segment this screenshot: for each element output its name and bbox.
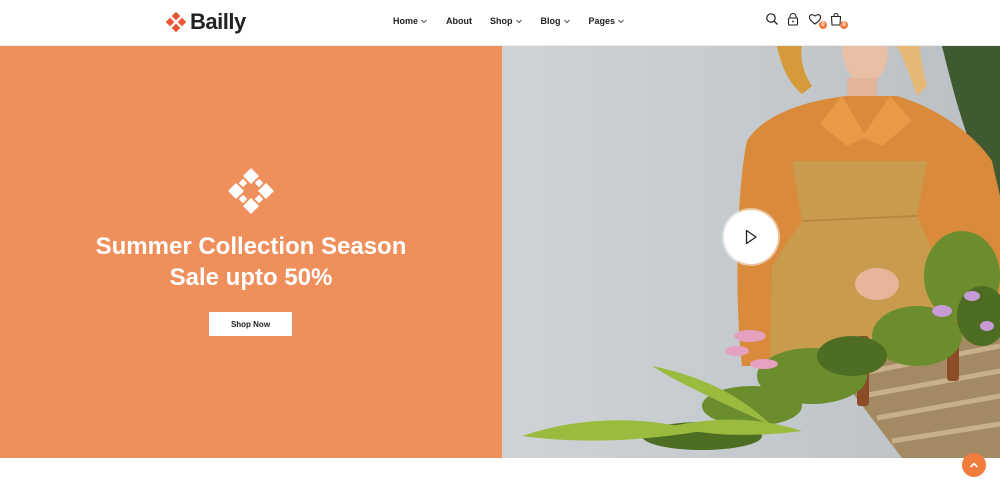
header-actions: 0 0 — [765, 12, 849, 29]
nav-item-shop[interactable]: Shop — [490, 15, 523, 27]
nav-item-label: Home — [393, 16, 419, 26]
hero-title-line-2: Sale upto 50% — [169, 264, 333, 291]
nav-item-label: Pages — [588, 16, 616, 26]
brand-logo-icon — [166, 12, 186, 32]
play-icon — [745, 229, 757, 245]
cart-button[interactable]: 0 — [829, 12, 848, 29]
nav-item-label: Blog — [540, 16, 561, 26]
scroll-to-top-button[interactable] — [962, 453, 986, 477]
nav-item-label: About — [446, 16, 473, 26]
nav-item-label: Shop — [490, 16, 513, 26]
nav-item-blog[interactable]: Blog — [541, 15, 571, 27]
account-button[interactable] — [786, 12, 800, 26]
hero-title-line-1: Summer Collection Season — [95, 233, 407, 260]
cart-count-badge: 0 — [840, 21, 848, 29]
site-header: Bailly Home About Shop Blog Pages 0 0 — [0, 0, 1000, 46]
main-nav: Home About Shop Blog Pages — [393, 15, 643, 27]
hero-title: Summer Collection Season Sale upto 50% — [0, 231, 502, 293]
wishlist-count-badge: 0 — [819, 21, 827, 29]
brand-logo[interactable]: Bailly — [166, 8, 246, 36]
search-button[interactable] — [765, 12, 779, 26]
nav-item-home[interactable]: Home — [393, 15, 428, 27]
lock-icon — [787, 13, 799, 26]
search-icon — [766, 13, 778, 25]
hero-promo-panel: Summer Collection Season Sale upto 50% S… — [0, 46, 502, 458]
wishlist-button[interactable]: 0 — [808, 12, 827, 29]
play-video-button[interactable] — [724, 210, 778, 264]
nav-item-pages[interactable]: Pages — [589, 15, 626, 27]
chevron-down-icon — [563, 19, 570, 24]
nav-item-about[interactable]: About — [446, 15, 472, 27]
shop-now-button[interactable]: Shop Now — [209, 312, 292, 336]
hero-image-panel — [502, 46, 1000, 458]
brand-name: Bailly — [190, 9, 246, 34]
chevron-up-icon — [970, 462, 978, 468]
chevron-down-icon — [515, 19, 522, 24]
chevron-down-icon — [618, 19, 624, 24]
chevron-down-icon — [421, 19, 427, 24]
brand-emblem-icon — [228, 168, 274, 214]
